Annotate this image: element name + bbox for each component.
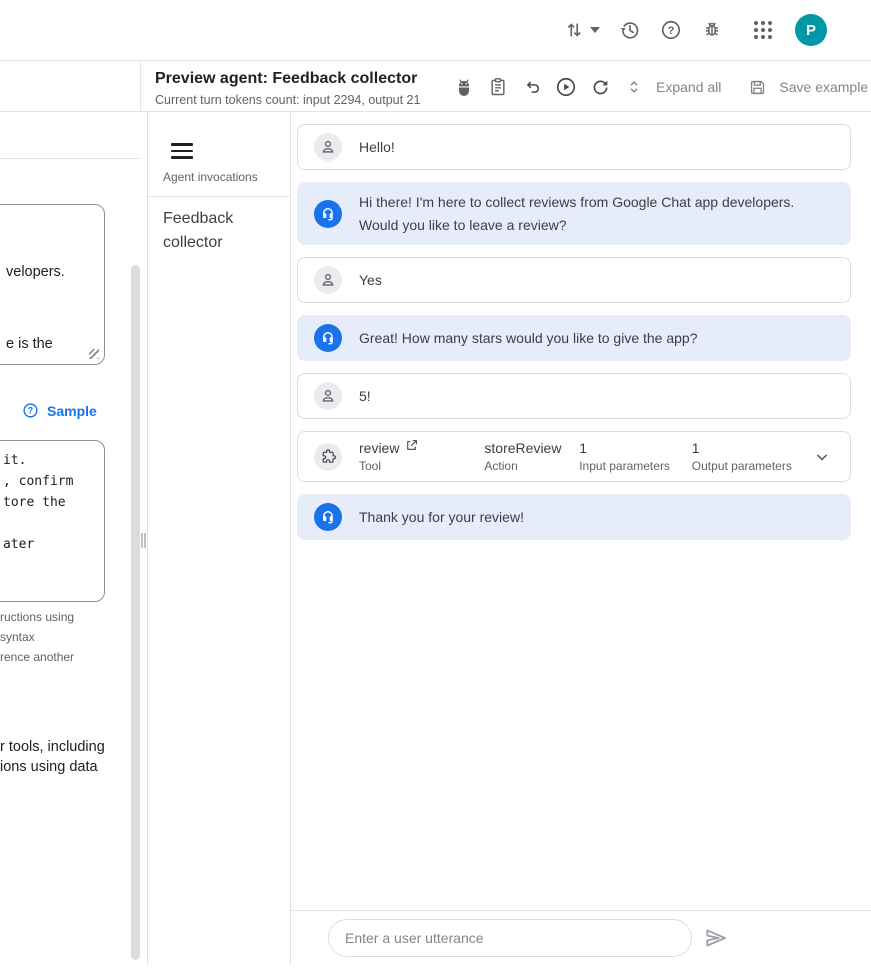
message-text: Hello!: [359, 136, 395, 159]
agent-settings-panel: velopers. e is the ? Sample it. , confir…: [0, 112, 148, 965]
headset-icon: [320, 330, 336, 346]
headset-icon: [320, 509, 336, 525]
agent-invocations-panel: Agent invocations Feedback collector: [148, 112, 291, 965]
agent-avatar: [314, 324, 342, 352]
swap-vertical-icon: [563, 19, 585, 41]
svg-text:?: ?: [28, 406, 33, 416]
person-icon: [319, 271, 337, 289]
run-button[interactable]: [554, 75, 578, 99]
undo-button[interactable]: [520, 75, 544, 99]
svg-text:?: ?: [668, 25, 675, 37]
action-column: storeReview Action: [484, 439, 579, 474]
person-icon: [319, 138, 337, 156]
tool-invocation-row: review Tool storeReview Action 1: [297, 431, 851, 482]
goal-textarea[interactable]: velopers. e is the: [0, 204, 105, 365]
chat-preview-panel: Hello! Hi there! I'm here to collect rev…: [291, 112, 871, 965]
agent-avatar: [314, 503, 342, 531]
user-message: 5!: [297, 373, 851, 419]
action-value: storeReview: [484, 439, 579, 457]
user-avatar: [314, 133, 342, 161]
sample-link-label: Sample: [47, 403, 97, 419]
app-window: ? P Preview agent: Feedback: [0, 0, 871, 978]
input-params-count: 1: [579, 439, 692, 457]
user-avatar: [314, 266, 342, 294]
utterance-input-bar: [291, 910, 871, 965]
avatar-initial: P: [806, 22, 816, 39]
left-panel-scrollbar[interactable]: [131, 265, 140, 960]
tool-name: review: [359, 439, 399, 457]
tool-kind-label: Tool: [359, 458, 484, 474]
panel-resize-handle[interactable]: [141, 533, 146, 548]
account-avatar[interactable]: P: [795, 14, 827, 46]
input-params-column: 1 Input parameters: [579, 439, 692, 474]
output-params-count: 1: [692, 439, 811, 457]
help-circle-icon: ?: [22, 402, 39, 419]
tool-avatar: [314, 443, 342, 471]
puzzle-icon: [320, 448, 337, 465]
agent-message: Thank you for your review!: [297, 494, 851, 540]
nav-item-feedback-collector[interactable]: Feedback collector: [163, 207, 263, 255]
headset-icon: [320, 206, 336, 222]
output-params-column: 1 Output parameters: [692, 439, 811, 474]
user-message: Hello!: [297, 124, 851, 170]
expand-all-button[interactable]: Expand all: [656, 79, 721, 95]
agent-message: Great! How many stars would you like to …: [297, 315, 851, 361]
message-text: Yes: [359, 269, 382, 292]
save-example-button[interactable]: Save example: [779, 79, 868, 95]
user-message: Yes: [297, 257, 851, 303]
preview-toolbar: Expand all Save example: [452, 62, 868, 112]
tool-name-column: review Tool: [359, 439, 484, 474]
left-panel-divider: [0, 158, 140, 159]
preview-title: Preview agent: Feedback collector: [155, 70, 417, 88]
agent-message: Hi there! I'm here to collect reviews fr…: [297, 182, 851, 245]
message-text: 5!: [359, 385, 371, 408]
dropdown-caret-icon: [590, 27, 600, 33]
utterance-input[interactable]: [345, 930, 675, 946]
menu-icon[interactable]: [171, 143, 193, 159]
instructions-text: it. , confirm tore the ater: [3, 450, 73, 555]
goal-text: velopers. e is the: [6, 212, 65, 404]
user-avatar: [314, 382, 342, 410]
save-example-icon[interactable]: [745, 75, 769, 99]
utterance-input-pill: [328, 919, 692, 957]
action-label: Action: [484, 458, 579, 474]
input-params-label: Input parameters: [579, 458, 692, 474]
send-button[interactable]: [702, 924, 730, 952]
clipboard-button[interactable]: [486, 75, 510, 99]
instructions-hint-text: ructions using syntax rence another: [0, 607, 74, 667]
debug-bug-button[interactable]: [700, 18, 724, 42]
help-button[interactable]: ?: [659, 18, 683, 42]
unfold-more-button[interactable]: [622, 75, 646, 99]
tools-description-text: r tools, including ions using data: [0, 737, 105, 777]
nav-divider: [148, 196, 291, 197]
output-params-label: Output parameters: [692, 458, 811, 474]
token-count-status: Current turn tokens count: input 2294, o…: [155, 93, 420, 107]
header-vertical-divider: [140, 62, 141, 112]
message-list: Hello! Hi there! I'm here to collect rev…: [291, 112, 871, 910]
message-text: Hi there! I'm here to collect reviews fr…: [359, 191, 834, 236]
preview-header: Preview agent: Feedback collector Curren…: [0, 62, 871, 112]
instructions-textarea[interactable]: it. , confirm tore the ater: [0, 440, 105, 602]
person-icon: [319, 387, 337, 405]
message-text: Great! How many stars would you like to …: [359, 327, 698, 350]
refresh-button[interactable]: [588, 75, 612, 99]
sample-link[interactable]: ? Sample: [22, 402, 97, 419]
history-button[interactable]: [618, 18, 642, 42]
agent-avatar: [314, 200, 342, 228]
agent-invocations-label: Agent invocations: [163, 170, 258, 184]
open-in-new-icon[interactable]: [405, 439, 418, 452]
sort-order-button[interactable]: [563, 18, 599, 42]
textarea-resize-grip[interactable]: [89, 349, 99, 359]
apps-grid-button[interactable]: [751, 18, 775, 42]
android-debug-button[interactable]: [452, 75, 476, 99]
message-text: Thank you for your review!: [359, 506, 524, 529]
top-app-bar: ? P: [0, 0, 871, 61]
expand-tool-details-button[interactable]: [810, 445, 834, 469]
